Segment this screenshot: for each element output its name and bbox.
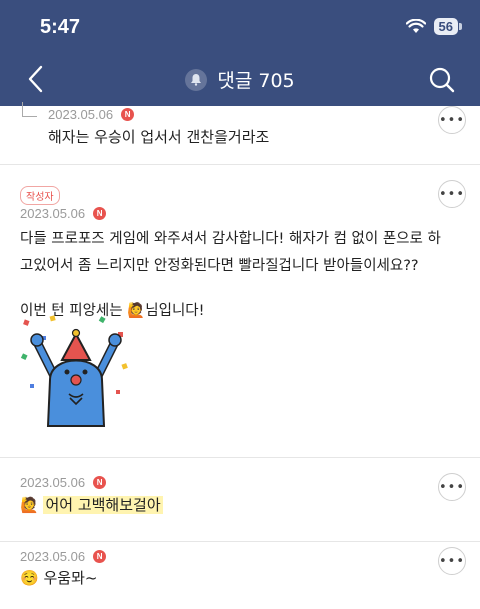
comment-text: 🙋 어어 고백해보걸아 — [20, 492, 163, 519]
comment-date: 2023.05.06 — [20, 475, 86, 490]
more-options-button[interactable]: ••• — [438, 180, 466, 208]
person-raising-hand-icon: 🙋 — [20, 496, 39, 514]
status-time: 5:47 — [40, 16, 81, 38]
new-badge: N — [93, 550, 107, 563]
comment-meta: 2023.05.06 N — [20, 475, 107, 490]
new-badge: N — [121, 108, 135, 121]
comment-date: 2023.05.06 — [20, 549, 86, 564]
highlighted-text: 어어 고백해보걸아 — [43, 496, 163, 514]
battery-indicator: 56 — [433, 18, 458, 35]
reply-indicator — [22, 102, 37, 117]
wifi-icon — [405, 19, 426, 33]
comment-line-text: 님입니다! — [145, 303, 205, 319]
top-bar: 5:47 56 댓글 705 — [0, 0, 480, 106]
comment-text: ☺️ 우움뫄~ — [20, 565, 97, 592]
comment-item: 2023.05.06 N 해자는 우승이 업서서 갠찬을거라조 ••• — [0, 102, 480, 165]
comment-meta: 2023.05.06 N — [20, 206, 107, 221]
comment-line: 고있어서 좀 느리지만 안정화된다면 빨라질겁니다 받아들이세요?? — [20, 258, 419, 274]
comment-date: 2023.05.06 — [48, 107, 114, 122]
party-character-sticker — [20, 315, 128, 427]
comment-line: 다들 프로포즈 게임에 와주셔서 감사합니다! 해자가 컴 없이 폰으로 하 — [20, 231, 441, 247]
battery-tip — [459, 23, 462, 30]
comment-meta: 2023.05.06 N — [48, 107, 135, 122]
comment-text: 해자는 우승이 업서서 갠찬을거라조 — [48, 128, 270, 146]
new-badge: N — [93, 476, 107, 489]
comment-date: 2023.05.06 — [20, 206, 86, 221]
bell-icon[interactable] — [185, 68, 208, 91]
header-title-group: 댓글 705 — [0, 66, 480, 93]
comment-text: 다들 프로포즈 게임에 와주셔서 감사합니다! 해자가 컴 없이 폰으로 하 고… — [20, 226, 441, 325]
comment-item: 2023.05.06 N ••• ☺️ 우움뫄~ — [0, 541, 480, 609]
more-options-button[interactable]: ••• — [438, 473, 466, 501]
comment-meta: 2023.05.06 N — [20, 549, 107, 564]
page-title: 댓글 705 — [217, 70, 295, 92]
status-icons: 56 — [405, 18, 462, 35]
more-options-button[interactable]: ••• — [438, 106, 466, 134]
smiling-face-icon: ☺️ — [20, 569, 39, 587]
comment-item: 2023.05.06 N ••• 🙋 어어 고백해보걸아 — [0, 457, 480, 542]
new-badge: N — [93, 207, 107, 220]
author-badge: 작성자 — [20, 186, 60, 205]
comment-body: 우움뫄~ — [43, 569, 98, 587]
more-options-button[interactable]: ••• — [438, 547, 466, 575]
search-icon[interactable] — [428, 66, 456, 94]
comment-item-author: 작성자 2023.05.06 N ••• 다들 프로포즈 게임에 와주셔서 감사… — [0, 164, 480, 458]
